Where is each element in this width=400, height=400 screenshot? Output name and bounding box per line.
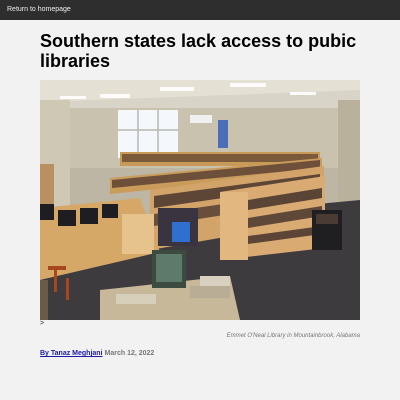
top-nav-bar: Return to homepage: [0, 0, 400, 20]
publish-date: March 12, 2022: [104, 350, 155, 357]
library-interior-image: [40, 80, 360, 320]
author-name: Tanaz Meghjani: [50, 350, 103, 357]
return-to-homepage-link[interactable]: Return to homepage: [7, 5, 71, 15]
byline: By Tanaz Meghjani March 12, 2022: [40, 349, 154, 358]
article-photo: [40, 80, 360, 320]
photo-caption: Emmet O'Neal Library in Mountainbrook, A…: [226, 333, 360, 339]
stray-character: >: [40, 320, 45, 327]
article-headline: Southern states lack access to pubic lib…: [40, 31, 357, 71]
author-link[interactable]: By Tanaz Meghjani: [40, 350, 103, 357]
byline-prefix: By: [40, 350, 51, 357]
